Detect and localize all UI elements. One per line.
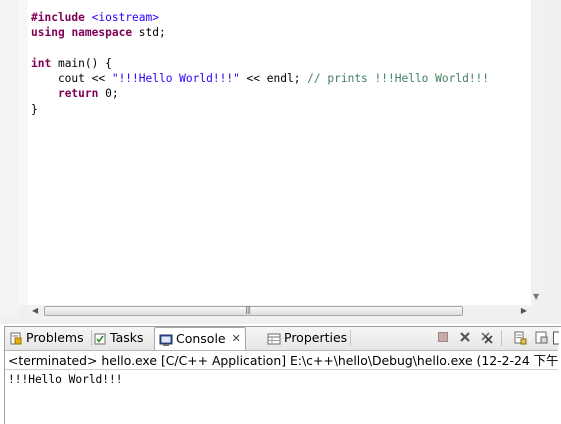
remove-icon xyxy=(460,332,470,342)
tab-separator xyxy=(350,330,351,346)
bottom-panel: Problems Tasks Console ✕ Properties <ter… xyxy=(4,326,561,424)
return-value: 0; xyxy=(98,87,119,101)
tab-tasks-label: Tasks xyxy=(110,330,144,345)
remove-all-terminated-button[interactable] xyxy=(480,331,494,345)
int-keyword: int xyxy=(31,56,52,70)
tab-tasks[interactable]: Tasks xyxy=(93,327,144,349)
close-icon[interactable]: ✕ xyxy=(232,328,241,350)
namespace-keyword: namespace xyxy=(71,26,133,40)
console-output[interactable]: !!!Hello World!!! xyxy=(8,372,123,387)
stop-icon xyxy=(438,332,448,342)
tab-properties-label: Properties xyxy=(284,330,348,345)
display-console-icon xyxy=(553,331,560,345)
scroll-down-icon[interactable]: ▼ xyxy=(533,292,539,301)
tab-separator xyxy=(91,330,92,346)
terminate-button[interactable] xyxy=(436,331,450,345)
tab-problems[interactable]: Problems xyxy=(9,327,84,349)
editor-ruler xyxy=(18,0,28,305)
console-view-menu-button[interactable] xyxy=(553,331,560,345)
code-comment: // prints !!!Hello World!!! xyxy=(307,72,490,86)
editor-horizontal-scrollbar[interactable]: ◀ ||| ▶ xyxy=(28,305,531,318)
toolbar-separator xyxy=(501,330,502,346)
closing-brace: } xyxy=(31,102,38,116)
scroll-left-icon[interactable]: ◀ xyxy=(32,306,38,315)
scroll-grip-icon: ||| xyxy=(245,305,251,314)
remove-launch-button[interactable] xyxy=(458,331,472,345)
scroll-lock-button[interactable] xyxy=(513,331,527,345)
scroll-right-icon[interactable]: ▶ xyxy=(521,306,527,315)
main-signature: main() { xyxy=(51,56,112,70)
tab-problems-label: Problems xyxy=(26,330,84,345)
tab-console[interactable]: Console ✕ xyxy=(154,327,246,350)
include-directive: #include xyxy=(31,11,85,24)
editor-vertical-scrollbar[interactable]: ▼ xyxy=(531,0,545,305)
editor-left-gutter xyxy=(0,0,18,318)
editor-right-strip xyxy=(545,0,561,324)
code-editor: #include <iostream> using namespace std;… xyxy=(0,0,561,324)
console-icon xyxy=(159,332,173,346)
scroll-lock-icon xyxy=(514,331,527,345)
tasks-icon xyxy=(93,331,107,345)
pin-console-button[interactable] xyxy=(535,331,549,345)
panel-tab-bar: Problems Tasks Console ✕ Properties xyxy=(5,327,560,351)
return-keyword: return xyxy=(57,87,99,101)
namespace-name: std; xyxy=(132,26,166,40)
tab-console-label: Console xyxy=(176,331,226,346)
cout-statement: cout << xyxy=(31,72,112,86)
string-literal: "!!!Hello World!!!" xyxy=(111,72,240,86)
source-code[interactable]: #include <iostream> using namespace std;… xyxy=(31,10,489,117)
console-status: <terminated> hello.exe [C/C++ Applicatio… xyxy=(5,351,558,370)
properties-icon xyxy=(267,331,281,345)
include-header: <iostream> xyxy=(84,11,159,24)
problems-icon xyxy=(9,331,23,345)
editor-bottom-border xyxy=(0,318,545,324)
tab-properties[interactable]: Properties xyxy=(267,327,347,349)
endl-token: << endl; xyxy=(239,72,308,86)
horizontal-scroll-thumb[interactable]: ||| xyxy=(44,305,463,316)
code-area[interactable]: #include <iostream> using namespace std;… xyxy=(28,0,531,305)
remove-all-icon xyxy=(481,332,493,344)
pin-icon xyxy=(535,331,548,344)
using-keyword: using xyxy=(31,26,65,40)
